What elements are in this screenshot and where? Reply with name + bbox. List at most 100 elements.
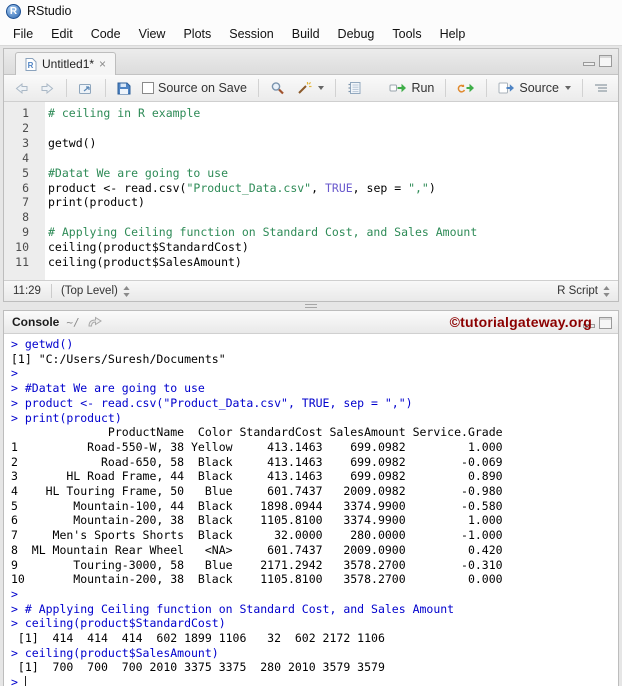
code-line: 2 [4, 121, 618, 136]
console-output-line: [1] "C:/Users/Suresh/Documents" [11, 351, 226, 366]
toolbar-separator [334, 79, 336, 97]
line-number: 5 [22, 165, 29, 180]
menu-item-code[interactable]: Code [82, 24, 130, 44]
console-output-line: 6 Mountain-200, 38 Black 1105.8100 3374.… [11, 513, 503, 528]
toolbar-separator [105, 79, 106, 97]
file-type-selector[interactable]: R Script [557, 285, 618, 297]
maximize-pane-icon[interactable] [599, 55, 612, 67]
menu-item-debug[interactable]: Debug [329, 24, 384, 44]
console-header: Console ~/ ©tutorialgateway.org [4, 311, 618, 334]
menu-item-session[interactable]: Session [220, 24, 282, 44]
menu-item-tools[interactable]: Tools [383, 24, 430, 44]
console-output-line: 7 Men's Sports Shorts Black 32.0000 280.… [11, 528, 503, 543]
run-icon [389, 82, 407, 94]
code-text: ceiling(product$SalesAmount) [48, 255, 242, 270]
console-output-line: 10 Mountain-200, 38 Black 1105.8100 3578… [11, 572, 503, 587]
tab-close-icon[interactable]: × [99, 58, 106, 70]
tab-label: Untitled1* [42, 57, 95, 71]
console-output-line: [1] 414 414 414 602 1899 1106 32 602 217… [11, 631, 385, 646]
save-button[interactable] [113, 80, 135, 97]
chevron-down-icon [565, 86, 571, 90]
menu-item-build[interactable]: Build [283, 24, 329, 44]
rerun-button[interactable] [453, 80, 479, 96]
save-icon [117, 82, 131, 95]
code-line: 10 ceiling(product$StandardCost) [4, 240, 618, 255]
code-text: getwd() [48, 135, 97, 150]
code-line: 3 getwd() [4, 136, 618, 151]
code-lines: 1 # ceiling in R example 2 3 getwd() 4 5 #Dat… [4, 106, 618, 270]
document-outline-icon [594, 82, 608, 94]
console-title[interactable]: Console [12, 315, 59, 329]
menu-item-help[interactable]: Help [431, 24, 475, 44]
line-number: 1 [22, 106, 29, 120]
maximize-pane-icon[interactable] [599, 317, 612, 329]
pane-splitter[interactable] [0, 302, 622, 310]
notebook-icon [347, 81, 362, 95]
forward-button[interactable] [36, 80, 59, 97]
source-on-save-toggle[interactable]: Source on Save [138, 79, 251, 97]
console-output-line: 1 Road-550-W, 38 Yellow 413.1463 699.098… [11, 439, 503, 454]
rstudio-window: R RStudio File Edit Code View Plots Sess… [0, 0, 622, 686]
rerun-icon [457, 82, 475, 94]
code-line: 8 [4, 210, 618, 225]
code-line: 1 # ceiling in R example [4, 106, 618, 121]
document-outline-button[interactable] [590, 80, 612, 96]
up-down-arrows-icon [603, 285, 610, 297]
line-number: 9 [22, 225, 29, 240]
console-output-line: [1] 700 700 700 2010 3375 3375 280 2010 … [11, 660, 385, 675]
run-button[interactable]: Run [385, 79, 438, 97]
line-number: 8 [22, 210, 29, 225]
console-output[interactable]: > getwd() [1] "C:/Users/Suresh/Documents"… [4, 334, 618, 686]
menu-item-plots[interactable]: Plots [174, 24, 220, 44]
menu-item-file[interactable]: File [4, 24, 42, 44]
cursor-position: 11:29 [13, 285, 41, 297]
code-text: # ceiling in R example [48, 106, 201, 120]
file-type-label: R Script [557, 285, 598, 297]
scope-selector[interactable]: (Top Level) [52, 285, 130, 297]
console-input-line: > print(product) [11, 410, 122, 425]
back-button[interactable] [10, 80, 33, 97]
minimize-pane-icon[interactable] [583, 62, 595, 66]
compile-report-button[interactable] [343, 79, 366, 97]
code-text: # Applying Ceiling function on Standard … [48, 225, 478, 240]
run-label: Run [411, 81, 435, 95]
menu-item-view[interactable]: View [130, 24, 175, 44]
source-on-save-label: Source on Save [158, 81, 247, 95]
source-button[interactable]: Source [494, 79, 575, 97]
console-output-line: 4 HL Touring Frame, 50 Blue 601.7437 200… [11, 484, 503, 499]
tab-untitled1[interactable]: R Untitled1* × [15, 52, 117, 75]
show-in-new-window-button[interactable] [74, 80, 98, 97]
console-input-line: > [11, 366, 25, 381]
editor-status-bar: 11:29 (Top Level) R Script [4, 280, 618, 301]
rstudio-logo-icon: R [6, 3, 21, 19]
line-number: 10 [15, 240, 29, 255]
line-number: 3 [22, 135, 29, 150]
view-working-directory-icon[interactable] [87, 316, 103, 328]
console-input-line: > getwd() [11, 337, 74, 351]
toolbar-separator [486, 79, 488, 97]
find-replace-button[interactable] [266, 79, 289, 97]
menu-item-edit[interactable]: Edit [42, 24, 82, 44]
text-cursor [24, 676, 27, 686]
code-editor[interactable]: 1 # ceiling in R example 2 3 getwd() 4 5 #Dat… [4, 102, 618, 280]
code-tools-button[interactable] [292, 79, 328, 97]
editor-tab-strip: R Untitled1* × [4, 49, 618, 75]
console-input-line: > ceiling(product$StandardCost) [11, 616, 226, 631]
console-input-line: > product <- read.csv("Product_Data.csv"… [11, 395, 413, 410]
line-number: 7 [22, 195, 29, 210]
code-line: 9 # Applying Ceiling function on Standard… [4, 225, 618, 240]
svg-text:R: R [28, 61, 34, 70]
open-in-window-icon [78, 82, 94, 95]
magic-wand-icon [296, 81, 312, 95]
splitter-grip-icon [305, 304, 317, 308]
code-line: 6 product <- read.csv("Product_Data.csv",… [4, 181, 618, 196]
source-on-save-checkbox[interactable] [142, 82, 154, 94]
console-input-line: > #Datat We are going to use [11, 381, 205, 396]
console-output-line: 8 ML Mountain Rear Wheel <NA> 601.7437 2… [11, 542, 503, 557]
console-output-line: ProductName Color StandardCost SalesAmou… [11, 425, 503, 440]
title-bar: R RStudio [0, 0, 622, 22]
line-number: 2 [22, 120, 29, 135]
